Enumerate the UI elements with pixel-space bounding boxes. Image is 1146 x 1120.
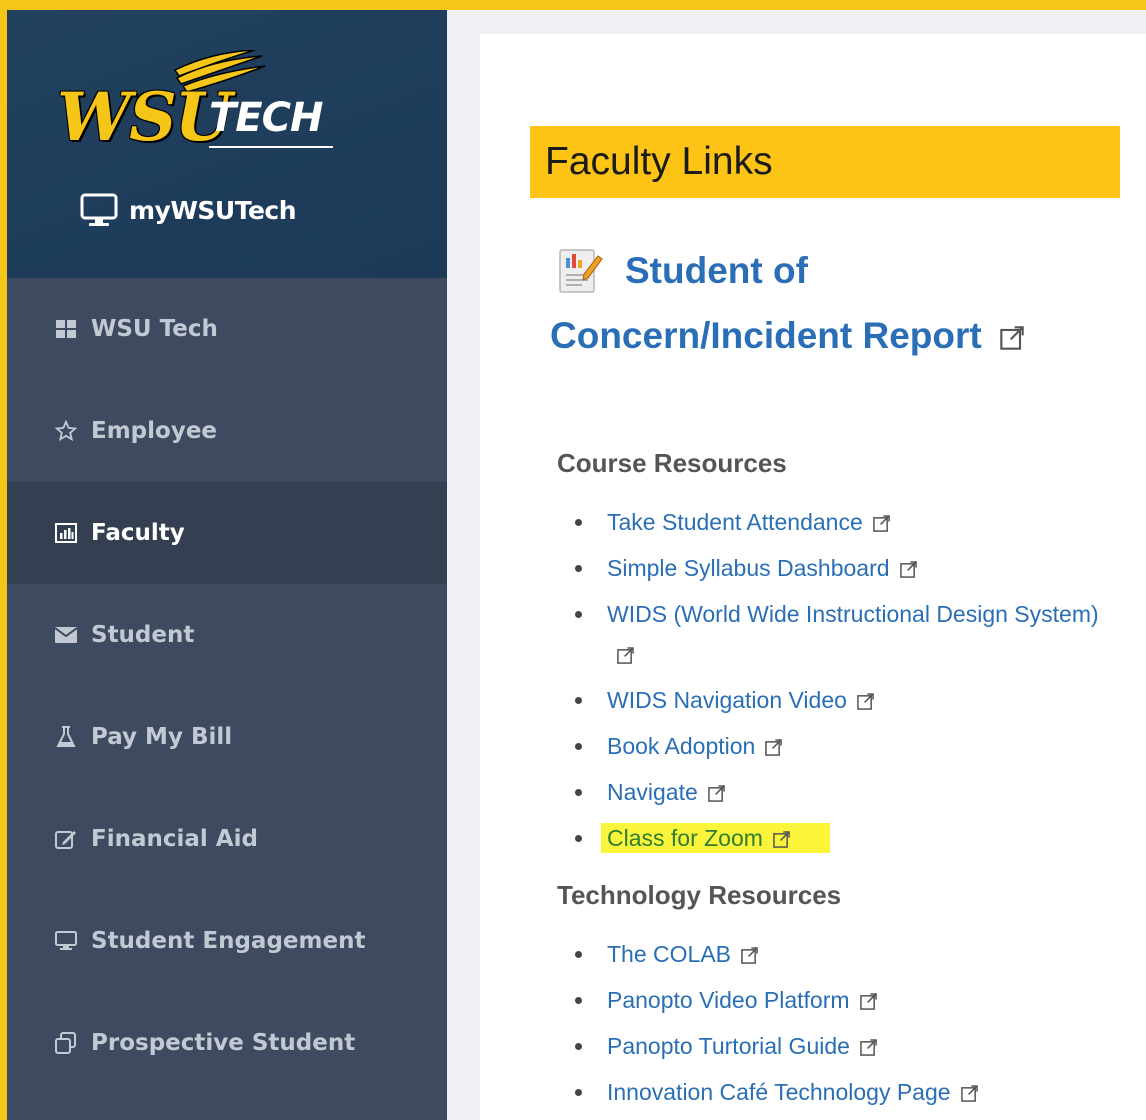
envelope-icon [55,624,77,646]
sidebar-item-label: WSU Tech [91,316,218,342]
report-title-line2-text: Concern/Incident Report [550,315,982,356]
sidebar-item-student[interactable]: Student [7,584,447,686]
link-the-colab[interactable]: The COLAB [557,934,1117,974]
brand-header: WSU TECH myWSUTech [7,10,447,278]
sidebar: WSU TECH myWSUTech WSU Tech Employee Fac… [7,10,447,1120]
link-navigate[interactable]: Navigate [557,772,1117,812]
link-book-adoption[interactable]: Book Adoption [557,726,1117,766]
link-label: Innovation Café Technology Page [607,1079,951,1105]
course-resources-heading: Course Resources [557,448,787,478]
link-class-for-zoom[interactable]: Class for Zoom [557,818,1117,858]
app-frame: WSU TECH myWSUTech WSU Tech Employee Fac… [7,10,1146,1120]
link-label: Navigate [607,779,698,805]
link-label: Panopto Video Platform [607,987,850,1013]
sidebar-item-label: Prospective Student [91,1030,356,1056]
sidebar-item-financial-aid[interactable]: Financial Aid [7,788,447,890]
link-wids[interactable]: WIDS (World Wide Instructional Design Sy… [557,594,1117,674]
link-wids-navigation-video[interactable]: WIDS Navigation Video [557,680,1117,720]
sidebar-item-faculty[interactable]: Faculty [7,482,447,584]
link-label: The COLAB [607,941,731,967]
sidebar-item-student-engagement[interactable]: Student Engagement [7,890,447,992]
star-icon [55,420,77,442]
sidebar-item-label: Student [91,622,195,648]
highlighted-link: Class for Zoom [601,823,830,853]
page-title: Faculty Links [530,126,1120,198]
link-label: WIDS Navigation Video [607,687,847,713]
sidebar-item-label: Financial Aid [91,826,258,852]
link-label: WIDS (World Wide Instructional Design Sy… [607,601,1099,627]
link-panopto-tutorial-guide[interactable]: Panopto Turtorial Guide [557,1026,1117,1066]
sidebar-item-label: Pay My Bill [91,724,233,750]
external-link-icon [741,947,758,965]
technology-resources-heading: Technology Resources [557,880,842,910]
link-label: Simple Syllabus Dashboard [607,555,890,581]
report-title-line2: Concern/Incident Report [550,315,1024,357]
sidebar-item-label: Faculty [91,520,185,546]
wsu-tech-logo[interactable]: WSU TECH [57,50,347,160]
logo-tech-text: TECH [209,95,323,141]
edit-icon [55,828,77,850]
sidebar-nav: WSU Tech Employee Faculty Student Pay My… [7,278,447,1094]
sidebar-item-wsu-tech[interactable]: WSU Tech [7,278,447,380]
link-innovation-cafe[interactable]: Innovation Café Technology Page [557,1072,1117,1112]
link-label: Book Adoption [607,733,756,759]
external-link-icon [1000,326,1024,350]
portal-label: myWSUTech [129,195,297,225]
external-link-icon [617,647,634,665]
sidebar-item-label: Student Engagement [91,928,366,954]
chart-icon [55,522,77,544]
external-link-icon [859,993,877,1011]
report-document-icon [559,249,603,293]
sidebar-item-label: Employee [91,418,218,444]
link-panopto-video-platform[interactable]: Panopto Video Platform [557,980,1117,1020]
logo-wsu-text: WSU [57,78,232,156]
link-label: Take Student Attendance [607,509,863,535]
flask-icon [55,726,77,748]
report-title-line1: Student of [625,250,808,291]
link-simple-syllabus-dashboard[interactable]: Simple Syllabus Dashboard [557,548,1117,588]
sidebar-item-employee[interactable]: Employee [7,380,447,482]
sidebar-item-pay-my-bill[interactable]: Pay My Bill [7,686,447,788]
external-link-icon [872,515,890,533]
technology-resources-list: The COLAB Panopto Video Platform Panopto… [557,934,1117,1118]
monitor-icon [55,930,77,952]
course-resources-list: Take Student Attendance Simple Syllabus … [557,502,1117,864]
external-link-icon [860,1039,877,1057]
logo-underline [209,146,333,148]
main-content: Faculty Links Student of Concern/Inciden… [480,34,1146,1120]
link-take-student-attendance[interactable]: Take Student Attendance [557,502,1117,542]
link-label: Class for Zoom [607,825,763,851]
external-link-icon [707,785,725,803]
portal-title[interactable]: myWSUTech [79,190,297,230]
external-link-icon [857,693,874,711]
external-link-icon [960,1085,978,1103]
grid-icon [55,318,77,340]
copy-icon [55,1032,77,1054]
link-label: Panopto Turtorial Guide [607,1033,850,1059]
external-link-icon [773,831,790,849]
monitor-icon [80,193,118,226]
external-link-icon [899,561,917,579]
sidebar-item-prospective-student[interactable]: Prospective Student [7,992,447,1094]
external-link-icon [765,739,783,757]
